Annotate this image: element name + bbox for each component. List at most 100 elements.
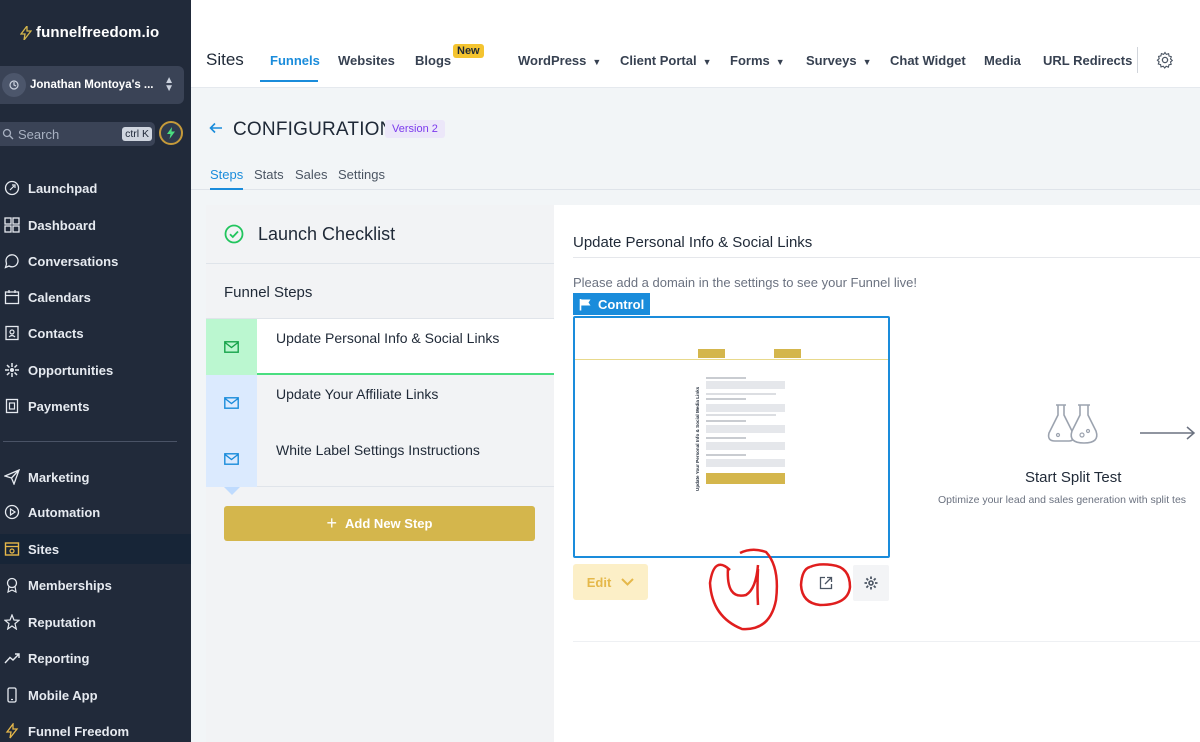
topbar-divider (1137, 47, 1138, 73)
tab-url-redirects[interactable]: URL Redirects (1043, 53, 1132, 68)
tab-settings[interactable]: Settings (338, 167, 385, 182)
preview-field (706, 425, 785, 433)
step-label: Update Your Affiliate Links (276, 386, 439, 402)
sidebar-item-label: Launchpad (28, 180, 98, 196)
domain-notice: Please add a domain in the settings to s… (573, 275, 917, 290)
funnel-steps-panel: Launch Checklist Funnel Steps Update Per… (206, 205, 554, 742)
funnel-step-item[interactable]: Update Personal Info & Social Links (206, 319, 554, 375)
launch-checklist-header[interactable]: Launch Checklist (206, 205, 554, 264)
preview-submit-button (706, 473, 785, 484)
tab-stats[interactable]: Stats (254, 167, 284, 182)
sidebar-item-dashboard[interactable]: Dashboard (0, 210, 191, 240)
sidebar-item-payments[interactable]: Payments (0, 391, 191, 421)
account-icon (2, 73, 26, 97)
funnel-step-item[interactable]: Update Your Affiliate Links (206, 375, 554, 431)
sidebar-item-reporting[interactable]: Reporting (0, 643, 191, 673)
tab-funnels[interactable]: Funnels (270, 53, 320, 68)
preview-field (706, 459, 785, 467)
badge-icon (6, 577, 18, 593)
preview-field-label (706, 398, 746, 400)
sidebar-item-label: Sites (28, 541, 60, 557)
split-test-description: Optimize your lead and sales generation … (938, 494, 1187, 506)
tab-surveys[interactable]: Surveys ▼ (806, 53, 872, 68)
contacts-icon (5, 325, 19, 341)
active-tab-indicator (260, 80, 318, 82)
calendar-icon (4, 290, 20, 305)
open-external-button[interactable] (811, 568, 841, 598)
page-title: CONFIGURATION (233, 119, 394, 140)
gear-icon[interactable] (1156, 51, 1174, 69)
sidebar-item-marketing[interactable]: Marketing (0, 462, 191, 492)
svg-text:Update Your Personal Info & So: Update Your Personal Info & Social Media… (695, 386, 700, 491)
preview-heading: Update Your Personal Info & Social Media… (695, 386, 700, 491)
sidebar-item-reputation[interactable]: Reputation (0, 607, 191, 637)
sidebar-item-label: Contacts (28, 325, 84, 341)
add-step-label: Add New Step (345, 516, 433, 531)
chevron-down-icon: ▼ (702, 57, 712, 67)
sidebar-item-opportunities[interactable]: Opportunities (0, 355, 191, 385)
tab-websites[interactable]: Websites (338, 53, 395, 68)
sidebar-item-label: Reporting (28, 650, 90, 666)
sidebar-item-contacts[interactable]: Contacts (0, 318, 191, 348)
tab-label: WordPress (518, 53, 587, 68)
sidebar-item-memberships[interactable]: Memberships (0, 570, 191, 600)
preview-divider (575, 359, 888, 360)
sidebar-item-launchpad[interactable]: Launchpad (0, 173, 191, 203)
tab-media[interactable]: Media (984, 53, 1021, 68)
top-navigation: Sites Funnels Websites Blogs New WordPre… (191, 0, 1200, 88)
step-label: White Label Settings Instructions (276, 442, 480, 458)
account-name: Jonathan Montoya's ... (30, 79, 154, 91)
plus-icon: + (326, 513, 338, 533)
sidebar-item-mobile-app[interactable]: Mobile App (0, 680, 191, 710)
tab-label: Surveys (806, 53, 857, 68)
add-new-step-button[interactable]: + Add New Step (224, 506, 535, 541)
flask-icon (1047, 404, 1098, 444)
gear-icon (864, 576, 878, 590)
tab-sales[interactable]: Sales (295, 167, 328, 182)
page-preview-thumbnail[interactable]: Update Your Personal Info & Social Media… (573, 316, 890, 558)
mail-icon (224, 397, 239, 409)
step-icon-container (206, 431, 257, 487)
sidebar-item-label: Funnel Freedom (28, 723, 130, 739)
sidebar-item-funnel-freedom[interactable]: Funnel Freedom (0, 716, 191, 742)
arrow-right-icon (1140, 426, 1196, 440)
step-icon-container (206, 375, 257, 431)
tab-forms[interactable]: Forms ▼ (730, 53, 785, 68)
preview-field (706, 381, 785, 389)
funnel-step-item[interactable]: White Label Settings Instructions (206, 431, 554, 487)
edit-label: Edit (586, 574, 612, 590)
tab-client-portal[interactable]: Client Portal ▼ (620, 53, 712, 68)
quick-action-button[interactable] (159, 121, 183, 145)
tab-steps[interactable]: Steps (210, 167, 243, 182)
step-label: Update Personal Info & Social Links (276, 330, 500, 346)
payments-icon (5, 398, 19, 414)
tab-chat-widget[interactable]: Chat Widget (890, 53, 966, 68)
rocket-icon (4, 180, 20, 196)
variant-settings-button[interactable] (853, 565, 889, 601)
search-input[interactable]: Search ctrl K (0, 122, 155, 146)
control-variant-tab[interactable]: Control (573, 293, 650, 315)
split-test-title[interactable]: Start Split Test (1025, 469, 1121, 486)
sidebar-item-automation[interactable]: Automation (0, 497, 191, 527)
tab-label: Forms (730, 53, 770, 68)
preview-field (706, 442, 785, 450)
back-arrow-icon[interactable] (209, 121, 223, 135)
sidebar-item-sites[interactable]: Sites (0, 534, 191, 564)
tab-wordpress[interactable]: WordPress ▼ (518, 53, 601, 68)
sidebar-item-label: Conversations (28, 253, 119, 269)
sidebar-item-conversations[interactable]: Conversations (0, 246, 191, 276)
step-detail-panel: Update Personal Info & Social Links Plea… (554, 205, 1200, 742)
logo[interactable]: funnelfreedom.io (20, 24, 159, 41)
external-link-icon (819, 576, 833, 590)
edit-button[interactable]: Edit (573, 564, 648, 600)
sidebar-item-label: Dashboard (28, 217, 96, 233)
funnel-steps-label: Funnel Steps (224, 284, 313, 301)
mail-icon (224, 341, 239, 353)
tab-blogs[interactable]: Blogs (415, 53, 451, 68)
chevron-down-icon (621, 578, 634, 586)
sidebar-item-label: Opportunities (28, 362, 114, 378)
trend-icon (4, 653, 20, 664)
sidebar-item-calendars[interactable]: Calendars (0, 282, 191, 312)
sidebar-item-label: Payments (28, 398, 90, 414)
account-switcher[interactable]: Jonathan Montoya's ... ▲ ▼ (0, 66, 184, 104)
